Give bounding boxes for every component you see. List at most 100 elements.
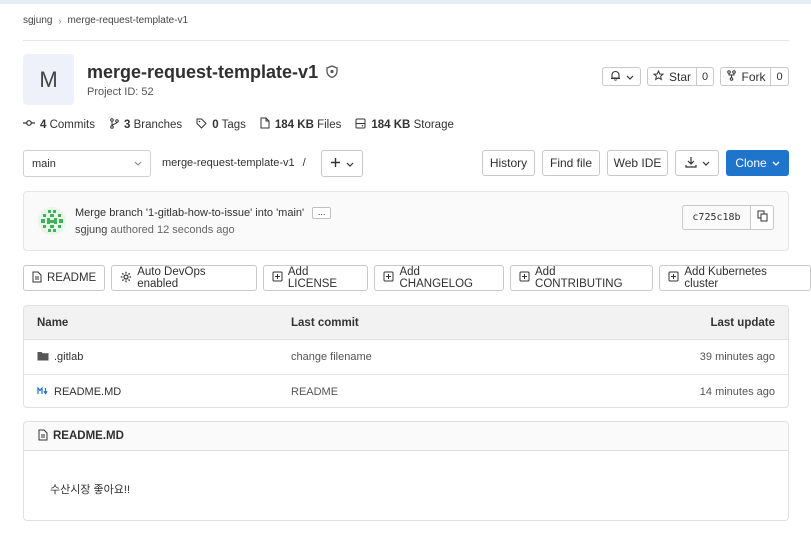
readme-header: README.MD (24, 422, 788, 451)
breadcrumb-project[interactable]: merge-request-template-v1 (67, 15, 188, 26)
project-avatar: M (23, 54, 74, 105)
bell-icon (610, 70, 621, 84)
branch-name: main (32, 157, 56, 170)
project-stats: 4 Commits 3 Branches 0 Tags 184 KB Files… (23, 117, 454, 132)
commit-icon (23, 118, 35, 131)
clone-label: Clone (735, 156, 767, 170)
storage-icon (355, 118, 366, 132)
last-commit-panel (23, 191, 789, 251)
add-file-dropdown[interactable] (321, 150, 363, 177)
gear-icon (120, 271, 132, 286)
notification-button[interactable] (602, 67, 641, 86)
repo-path: merge-request-template-v1 / (162, 157, 306, 169)
path-separator: / (302, 157, 306, 169)
commit-message[interactable]: Merge branch '1-gitlab-how-to-issue' int… (75, 207, 304, 219)
chevron-right-icon: › (58, 15, 62, 26)
file-text-icon (32, 271, 42, 286)
file-name[interactable]: README.MD (54, 386, 121, 398)
breadcrumb-group[interactable]: sgjung (23, 15, 52, 26)
chevron-down-icon (134, 158, 142, 170)
file-last-update: 14 minutes ago (699, 385, 775, 398)
fork-count[interactable]: 0 (771, 67, 789, 86)
storage-stat[interactable]: 184 KB Storage (355, 117, 454, 132)
copy-icon (757, 210, 768, 225)
history-button[interactable]: History (482, 150, 535, 176)
fork-button[interactable]: Fork (720, 67, 771, 86)
folder-icon (37, 351, 49, 364)
star-button[interactable]: Star (647, 67, 697, 86)
readme-label: README (47, 272, 97, 284)
add-contributing-button[interactable]: Add CONTRIBUTING (510, 265, 654, 291)
file-last-commit[interactable]: README (291, 386, 338, 398)
files-stat[interactable]: 184 KB Files (260, 117, 341, 132)
commit-sha-group: c725c18b (682, 205, 774, 230)
copy-sha-button[interactable] (751, 205, 774, 230)
file-name[interactable]: .gitlab (54, 351, 83, 363)
star-count[interactable]: 0 (697, 67, 714, 86)
commits-stat[interactable]: 4 Commits (23, 117, 95, 132)
plus-square-icon (272, 271, 283, 285)
readme-content: 수산시장 좋아요!! (50, 484, 131, 496)
chevron-down-icon (346, 157, 354, 171)
plus-square-icon (668, 271, 679, 285)
plus-square-icon (383, 271, 394, 285)
branches-stat[interactable]: 3 Branches (109, 117, 182, 132)
expand-commit-button[interactable]: ... (312, 207, 332, 219)
chevron-down-icon (626, 70, 634, 84)
add-changelog-label: Add CHANGELOG (399, 266, 473, 290)
star-icon (652, 69, 665, 84)
col-last-update-header: Last update (710, 316, 775, 329)
file-text-icon (38, 429, 48, 444)
download-dropdown[interactable] (675, 150, 719, 176)
repo-path-root[interactable]: merge-request-template-v1 (162, 157, 295, 169)
file-icon (260, 117, 270, 132)
readme-panel: README.MD 수산시장 좋아요!! (23, 421, 789, 521)
fork-group: Fork 0 (720, 67, 789, 86)
divider (23, 40, 789, 41)
commit-time: authored 12 seconds ago (110, 224, 235, 236)
quick-actions: README Auto DevOps enabled Add LICENSE A… (23, 265, 811, 291)
tag-icon (196, 118, 207, 132)
commit-message-row: Merge branch '1-gitlab-how-to-issue' int… (75, 207, 332, 219)
table-header: Name Last commit Last update (24, 306, 788, 340)
readme-title[interactable]: README.MD (53, 430, 124, 442)
chevron-down-icon (772, 156, 780, 170)
chevron-down-icon (702, 156, 710, 170)
branch-selector[interactable]: main (23, 150, 151, 177)
download-icon (684, 156, 697, 171)
readme-button[interactable]: README (23, 265, 106, 291)
commit-author-line: sgjung authored 12 seconds ago (75, 224, 235, 236)
avatar[interactable] (38, 207, 66, 235)
web-ide-button[interactable]: Web IDE (607, 150, 668, 176)
col-name-header: Name (37, 316, 69, 329)
project-title-row: merge-request-template-v1 (87, 62, 338, 83)
file-last-commit[interactable]: change filename (291, 351, 372, 363)
plus-icon (330, 157, 341, 171)
commit-author[interactable]: sgjung (75, 224, 107, 236)
branch-icon (109, 117, 119, 132)
project-title: merge-request-template-v1 (87, 62, 319, 82)
add-kubernetes-label: Add Kubernetes cluster (684, 266, 767, 290)
project-id: Project ID: 52 (87, 86, 154, 98)
auto-devops-label: Auto DevOps enabled (137, 266, 206, 290)
add-changelog-button[interactable]: Add CHANGELOG (374, 265, 505, 291)
add-kubernetes-button[interactable]: Add Kubernetes cluster (659, 265, 811, 291)
clone-button[interactable]: Clone (726, 150, 789, 176)
file-last-update: 39 minutes ago (699, 351, 775, 363)
breadcrumb: sgjung › merge-request-template-v1 (23, 15, 188, 26)
commit-sha[interactable]: c725c18b (682, 205, 751, 230)
table-row[interactable]: README.MD README 14 minutes ago (24, 374, 788, 407)
plus-square-icon (519, 271, 530, 285)
star-group: Star 0 (647, 67, 714, 86)
add-license-label: Add LICENSE (287, 266, 338, 290)
top-bar-strip (0, 0, 811, 4)
file-table: Name Last commit Last update .gitlab cha… (23, 305, 789, 408)
markdown-icon (37, 385, 49, 398)
shield-icon (326, 62, 338, 83)
auto-devops-button[interactable]: Auto DevOps enabled (111, 265, 257, 291)
tags-stat[interactable]: 0 Tags (196, 117, 246, 132)
table-row[interactable]: .gitlab change filename 39 minutes ago (24, 340, 788, 374)
fork-icon (726, 69, 737, 84)
add-license-button[interactable]: Add LICENSE (262, 265, 369, 291)
find-file-button[interactable]: Find file (542, 150, 600, 176)
